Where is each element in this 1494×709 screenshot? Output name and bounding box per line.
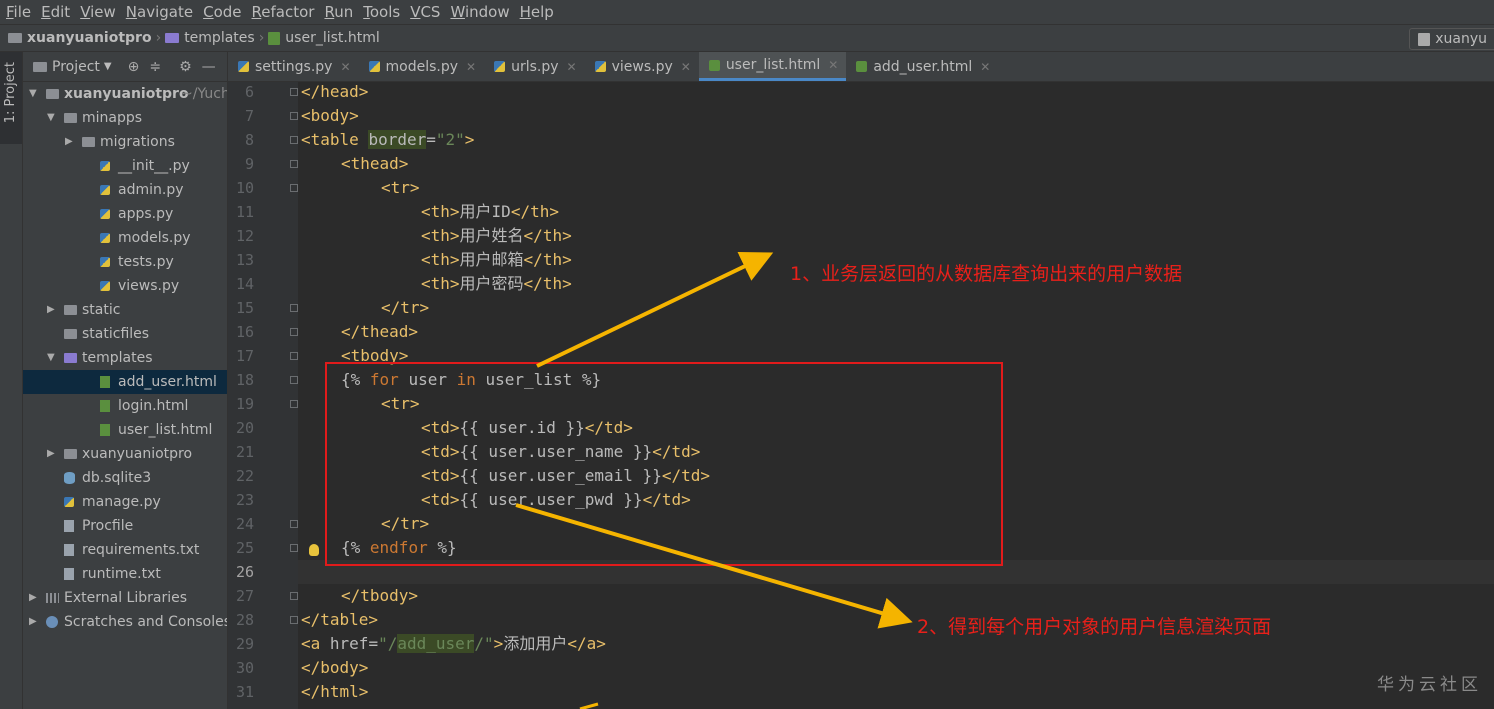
watermark: 华为云社区 [1377,675,1482,695]
annotation-arrows [515,251,913,709]
arrow-3-tail [579,702,599,709]
arrow-2 [515,503,913,629]
arrow-1 [536,251,774,368]
annotation-2: 2、得到每个用户对象的用户信息渲染页面 [917,616,1272,638]
annotation-1: 1、业务层返回的从数据库查询出来的用户数据 [790,263,1183,285]
